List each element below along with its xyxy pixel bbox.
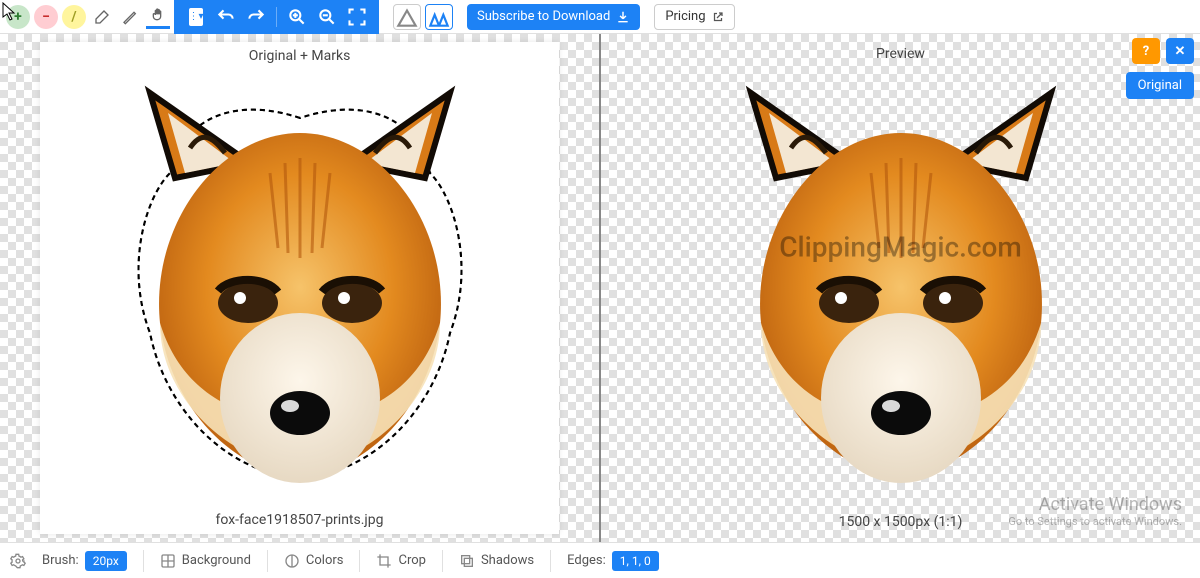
undo-button[interactable]	[216, 7, 236, 27]
editor-workspace: Original + Marks	[0, 34, 1200, 542]
redo-button[interactable]	[246, 7, 266, 27]
hair-mark-tool[interactable]: /	[62, 5, 86, 29]
zoom-out-button[interactable]	[317, 7, 337, 27]
edges-value: 1, 1, 0	[612, 551, 659, 571]
pricing-label: Pricing	[665, 9, 705, 24]
shadows-label: Shadows	[481, 553, 534, 568]
download-icon	[616, 10, 630, 24]
preview-pane[interactable]: Preview	[601, 34, 1200, 542]
fit-button[interactable]	[347, 7, 367, 27]
crop-panel-button[interactable]: Crop	[376, 553, 425, 569]
original-filename: fox-face1918507-prints.jpg	[215, 506, 383, 534]
original-label: Original + Marks	[249, 42, 351, 70]
shadows-panel-button[interactable]: Shadows	[459, 553, 534, 569]
shadows-icon	[459, 553, 475, 569]
settings-gear[interactable]	[10, 553, 26, 569]
eraser-tool[interactable]	[90, 5, 114, 29]
original-canvas: Original + Marks	[40, 42, 559, 534]
original-image	[90, 78, 510, 498]
colors-icon	[284, 553, 300, 569]
crop-icon	[376, 553, 392, 569]
menu-dropdown[interactable]: ⋮▾	[186, 7, 206, 27]
subscribe-label: Subscribe to Download	[477, 9, 610, 24]
background-icon	[160, 553, 176, 569]
preview-dimensions: 1500 x 1500px (1:1)	[601, 508, 1200, 536]
remove-mark-tool[interactable]: −	[34, 5, 58, 29]
gear-icon	[10, 553, 26, 569]
edges-control[interactable]: Edges: 1, 1, 0	[567, 551, 659, 571]
background-panel-button[interactable]: Background	[160, 553, 251, 569]
history-zoom-group: ⋮▾	[174, 0, 379, 34]
original-pane[interactable]: Original + Marks	[0, 34, 601, 542]
pricing-button[interactable]: Pricing	[654, 4, 734, 30]
preview-image	[691, 78, 1111, 498]
background-label: Background	[182, 553, 251, 568]
zoom-in-button[interactable]	[287, 7, 307, 27]
pan-tool[interactable]	[146, 5, 170, 29]
brush-size-control[interactable]: Brush: 20px	[42, 551, 127, 571]
help-button[interactable]: ?	[1132, 38, 1160, 64]
brush-size-label: Brush:	[42, 553, 79, 568]
top-toolbar: + − / ⋮▾ Subscribe to Download Pricing	[0, 0, 1200, 34]
edges-label: Edges:	[567, 553, 606, 568]
cursor-icon	[2, 2, 18, 22]
close-button[interactable]: ✕	[1166, 38, 1194, 64]
bottom-toolbar: Brush: 20px Background Colors Crop Shado…	[0, 542, 1200, 578]
scalpel-tool[interactable]	[118, 5, 142, 29]
brush-size-value: 20px	[85, 551, 127, 571]
bgmode-plain[interactable]	[393, 4, 421, 30]
preview-label: Preview	[601, 40, 1200, 68]
colors-label: Colors	[306, 553, 344, 568]
subscribe-button[interactable]: Subscribe to Download	[467, 4, 640, 30]
colors-panel-button[interactable]: Colors	[284, 553, 344, 569]
toggle-original-button[interactable]: Original	[1126, 72, 1194, 99]
crop-label: Crop	[398, 553, 425, 568]
external-link-icon	[712, 11, 724, 23]
bgmode-transparent[interactable]	[425, 4, 453, 30]
